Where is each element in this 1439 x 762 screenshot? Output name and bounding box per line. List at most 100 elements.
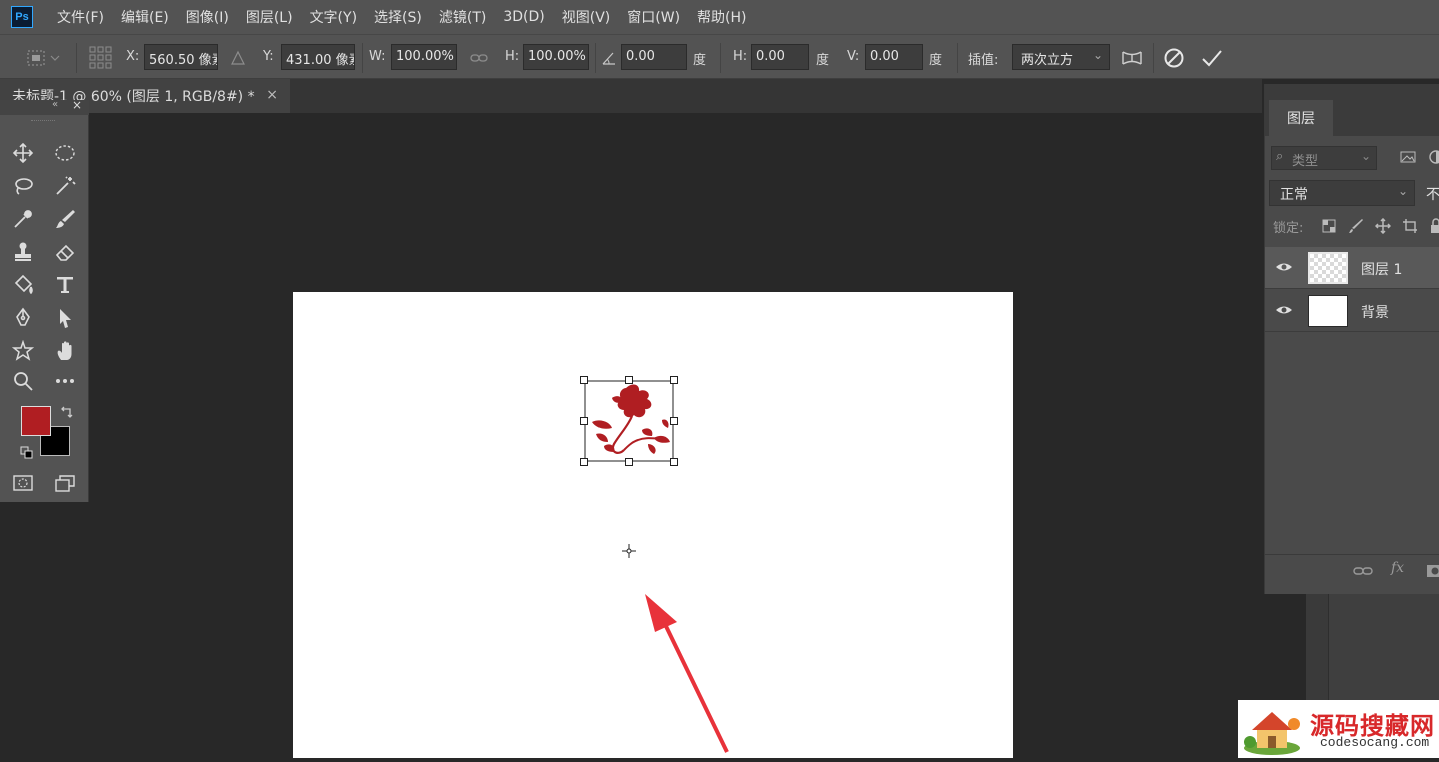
grip-handle[interactable] (31, 120, 55, 122)
more-tools-icon[interactable] (50, 366, 80, 396)
menu-view[interactable]: 视图(V) (562, 7, 611, 27)
lasso-tool-icon[interactable] (8, 171, 38, 201)
menu-type[interactable]: 文字(Y) (310, 7, 357, 27)
screen-mode-icon[interactable] (50, 468, 80, 498)
link-icon[interactable] (470, 49, 488, 67)
layer-filter-value: 类型 (1292, 154, 1319, 169)
layer-name[interactable]: 背景 (1361, 302, 1389, 322)
rotation-angle-field[interactable]: 0.00 (621, 44, 687, 70)
height-field[interactable]: 100.00% (523, 44, 589, 70)
add-mask-icon[interactable] (1426, 563, 1439, 579)
foreground-color-swatch[interactable] (21, 406, 51, 436)
menu-layer[interactable]: 图层(L) (246, 7, 293, 27)
dock-panel (1328, 594, 1439, 700)
swap-colors-icon[interactable] (60, 405, 74, 419)
layer-row[interactable]: 图层 1 (1265, 247, 1439, 289)
move-tool-icon[interactable] (8, 138, 38, 168)
transform-handle[interactable] (625, 458, 633, 466)
menu-help[interactable]: 帮助(H) (697, 7, 746, 27)
eraser-tool-icon[interactable] (50, 237, 80, 267)
horizontal-skew-field[interactable]: 0.00 (751, 44, 809, 70)
menu-window[interactable]: 窗口(W) (627, 7, 680, 27)
zoom-tool-icon[interactable] (8, 366, 38, 396)
watermark-logo: 源码搜藏网 codesocang.com (1238, 700, 1439, 758)
elliptical-marquee-tool-icon[interactable] (50, 138, 80, 168)
pixel-layer-filter-icon[interactable] (1399, 148, 1417, 166)
transform-handle[interactable] (580, 458, 588, 466)
toolbox-panel: « × (0, 98, 89, 502)
close-tab-icon[interactable]: × (266, 87, 278, 103)
custom-shape-tool-icon[interactable] (8, 336, 38, 366)
link-layers-icon[interactable] (1353, 563, 1373, 579)
separator (362, 43, 363, 73)
transform-tool-preset-icon[interactable] (24, 47, 60, 69)
warp-mode-icon[interactable] (1120, 47, 1144, 69)
layer-name[interactable]: 图层 1 (1361, 259, 1402, 279)
toolbox-header[interactable]: « × (0, 98, 89, 115)
eyedropper-tool-icon[interactable] (8, 204, 38, 234)
menu-3d[interactable]: 3D(D) (503, 9, 544, 25)
crosshair-icon[interactable] (622, 544, 636, 558)
lock-artboard-icon[interactable] (1402, 218, 1418, 234)
vertical-skew-field[interactable]: 0.00 (865, 44, 923, 70)
path-selection-tool-icon[interactable] (50, 303, 80, 333)
pen-tool-icon[interactable] (8, 303, 38, 333)
layer-thumbnail[interactable] (1308, 295, 1348, 327)
paint-bucket-tool-icon[interactable] (8, 270, 38, 300)
interpolation-select[interactable]: 两次立方 ⌄ (1012, 44, 1110, 70)
collapse-icon[interactable]: « (52, 99, 58, 110)
transform-handle[interactable] (580, 417, 588, 425)
layer-filter-select[interactable]: ⌕ 类型 ⌄ (1271, 146, 1377, 170)
separator (957, 43, 958, 73)
relative-position-icon[interactable] (230, 50, 246, 66)
menu-file[interactable]: 文件(F) (57, 7, 104, 27)
photoshop-logo-icon[interactable]: Ps (11, 6, 33, 28)
x-position-field[interactable]: 560.50 像素 (144, 44, 218, 70)
lock-image-pixels-icon[interactable] (1348, 218, 1364, 234)
width-field[interactable]: 100.00% (391, 44, 457, 70)
menu-image[interactable]: 图像(I) (186, 7, 229, 27)
close-icon[interactable]: × (72, 98, 82, 112)
stamp-tool-icon[interactable] (8, 237, 38, 267)
visibility-eye-icon[interactable] (1275, 303, 1293, 317)
blend-mode-select[interactable]: 正常 ⌄ (1269, 180, 1415, 206)
hand-tool-icon[interactable] (50, 336, 80, 366)
lock-transparent-pixels-icon[interactable] (1321, 218, 1337, 234)
document-canvas[interactable] (293, 292, 1013, 758)
degree-label: 度 (816, 53, 830, 68)
commit-transform-icon[interactable] (1200, 47, 1224, 69)
lock-position-icon[interactable] (1374, 217, 1392, 235)
menu-select[interactable]: 选择(S) (374, 7, 422, 27)
menu-edit[interactable]: 编辑(E) (121, 7, 169, 27)
flower-artwork[interactable] (580, 376, 678, 466)
y-position-field[interactable]: 431.00 像素 (281, 44, 355, 70)
w-label: W: (369, 49, 386, 64)
quick-mask-icon[interactable] (8, 468, 38, 498)
tab-layers[interactable]: 图层 (1269, 100, 1333, 136)
default-colors-icon[interactable] (20, 446, 34, 460)
transform-handle[interactable] (580, 376, 588, 384)
transform-handle[interactable] (670, 417, 678, 425)
separator (720, 43, 721, 73)
brush-tool-icon[interactable] (50, 204, 80, 234)
magic-wand-tool-icon[interactable] (50, 171, 80, 201)
layer-row[interactable]: 背景 (1265, 290, 1439, 332)
visibility-eye-icon[interactable] (1275, 260, 1293, 274)
type-tool-icon[interactable] (50, 270, 80, 300)
transform-handle[interactable] (625, 376, 633, 384)
angle-icon (601, 50, 617, 66)
adjustment-layer-filter-icon[interactable] (1427, 148, 1439, 166)
cancel-transform-icon[interactable] (1163, 47, 1185, 69)
reference-point-icon[interactable] (88, 45, 114, 71)
layer-style-fx-icon[interactable]: fx (1391, 560, 1404, 576)
degree-label: 度 (929, 53, 943, 68)
layer-thumbnail[interactable] (1308, 252, 1348, 284)
separator (76, 43, 77, 73)
menu-filter[interactable]: 滤镜(T) (439, 7, 486, 27)
y-label: Y: (263, 49, 274, 64)
transform-handle[interactable] (670, 458, 678, 466)
panel-header[interactable] (1265, 84, 1439, 100)
separator (1153, 43, 1154, 73)
lock-all-icon[interactable] (1428, 218, 1439, 234)
transform-handle[interactable] (670, 376, 678, 384)
